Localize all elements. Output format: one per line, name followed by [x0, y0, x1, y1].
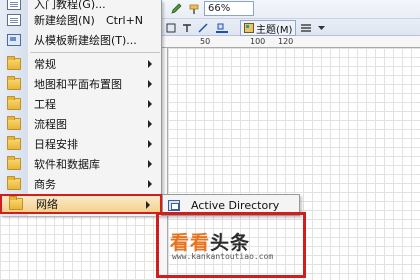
align-icon[interactable]: [298, 20, 314, 36]
submenu-arrow-icon: [148, 160, 152, 168]
toolbar: 66% 主题(M): [160, 0, 420, 36]
zoom-combo[interactable]: 66%: [204, 1, 254, 16]
menu-item-label: 新建绘图(N): [34, 14, 95, 27]
menu-item-label: 商务: [34, 178, 56, 191]
line-color-icon[interactable]: [196, 20, 210, 36]
menu-item-label: 日程安排: [34, 138, 78, 151]
chevron-down-icon[interactable]: [316, 20, 326, 36]
directory-icon: [168, 200, 180, 211]
menu-item-engineering[interactable]: 工程: [0, 94, 162, 114]
doc-icon: [7, 14, 21, 26]
folder-icon: [7, 76, 21, 90]
menu-item-label: 常规: [34, 58, 56, 71]
new-drawing-menu: 入门教程(G)... 新建绘图(N) Ctrl+N 从模板新建绘图(T)... …: [0, 0, 162, 216]
menu-item-network[interactable]: 网络: [0, 194, 162, 214]
submenu-arrow-icon: [148, 140, 152, 148]
menu-item-new-drawing[interactable]: 新建绘图(N) Ctrl+N: [0, 10, 162, 30]
menu-item-schedule[interactable]: 日程安排: [0, 134, 162, 154]
folder-icon: [7, 156, 21, 170]
folder-icon: [7, 136, 21, 150]
doc-icon: [7, 0, 21, 10]
menu-item-shortcut: Ctrl+N: [106, 13, 144, 27]
watermark-title-part1: 看看: [170, 232, 211, 254]
watermark-title: 看看头条: [170, 228, 250, 255]
folder-icon: [7, 116, 21, 130]
template-icon: [7, 34, 21, 46]
toolbar-row-format: 主题(M): [160, 18, 420, 36]
submenu-arrow-icon: [148, 180, 152, 188]
menu-separator: [30, 52, 160, 53]
toolbar-row-standard: 66%: [160, 0, 420, 18]
watermark: 看看头条 www.kankantoutiao.com: [170, 228, 330, 272]
submenu-item-active-directory[interactable]: Active Directory: [191, 199, 279, 212]
menu-item-general[interactable]: 常规: [0, 54, 162, 74]
format-painter-icon[interactable]: [186, 1, 202, 17]
ruler-tick: 50: [200, 37, 211, 46]
menu-item-flowchart[interactable]: 流程图: [0, 114, 162, 134]
theme-icon: [244, 23, 254, 33]
ruler-tick: 120: [278, 37, 294, 46]
theme-button[interactable]: 主题(M): [240, 20, 297, 36]
folder-icon: [7, 96, 21, 110]
shape-icon[interactable]: [164, 20, 178, 36]
menu-item-label: 流程图: [34, 118, 67, 131]
pencil-icon[interactable]: [168, 1, 184, 17]
theme-label: 主题(M): [256, 24, 293, 36]
horizontal-ruler: 50 100 120: [160, 36, 420, 48]
watermark-title-part2: 头条: [210, 232, 251, 254]
watermark-url: www.kankantoutiao.com: [172, 252, 274, 261]
submenu-arrow-icon: [146, 201, 150, 209]
folder-icon: [7, 176, 21, 190]
text-icon[interactable]: [180, 20, 194, 36]
submenu-arrow-icon: [148, 120, 152, 128]
menu-item-business[interactable]: 商务: [0, 174, 162, 194]
menu-item-software-database[interactable]: 软件和数据库: [0, 154, 162, 174]
menu-item-label: 从模板新建绘图(T)...: [34, 34, 137, 47]
menu-item-label: 软件和数据库: [34, 158, 100, 171]
ruler-tick: 100: [250, 37, 266, 46]
submenu-arrow-icon: [148, 100, 152, 108]
drawing-canvas-left[interactable]: [0, 216, 160, 280]
menu-item-label: 地图和平面布置图: [34, 78, 122, 91]
menu-item-label: 工程: [34, 98, 56, 111]
submenu-arrow-icon: [148, 60, 152, 68]
folder-icon: [9, 196, 23, 210]
menu-item-maps-floor-plans[interactable]: 地图和平面布置图: [0, 74, 162, 94]
menu-item-new-from-template[interactable]: 从模板新建绘图(T)...: [0, 30, 162, 50]
fill-color-icon[interactable]: [212, 20, 232, 36]
submenu-arrow-icon: [148, 80, 152, 88]
folder-icon: [7, 56, 21, 70]
menu-item-label: 网络: [36, 198, 58, 211]
